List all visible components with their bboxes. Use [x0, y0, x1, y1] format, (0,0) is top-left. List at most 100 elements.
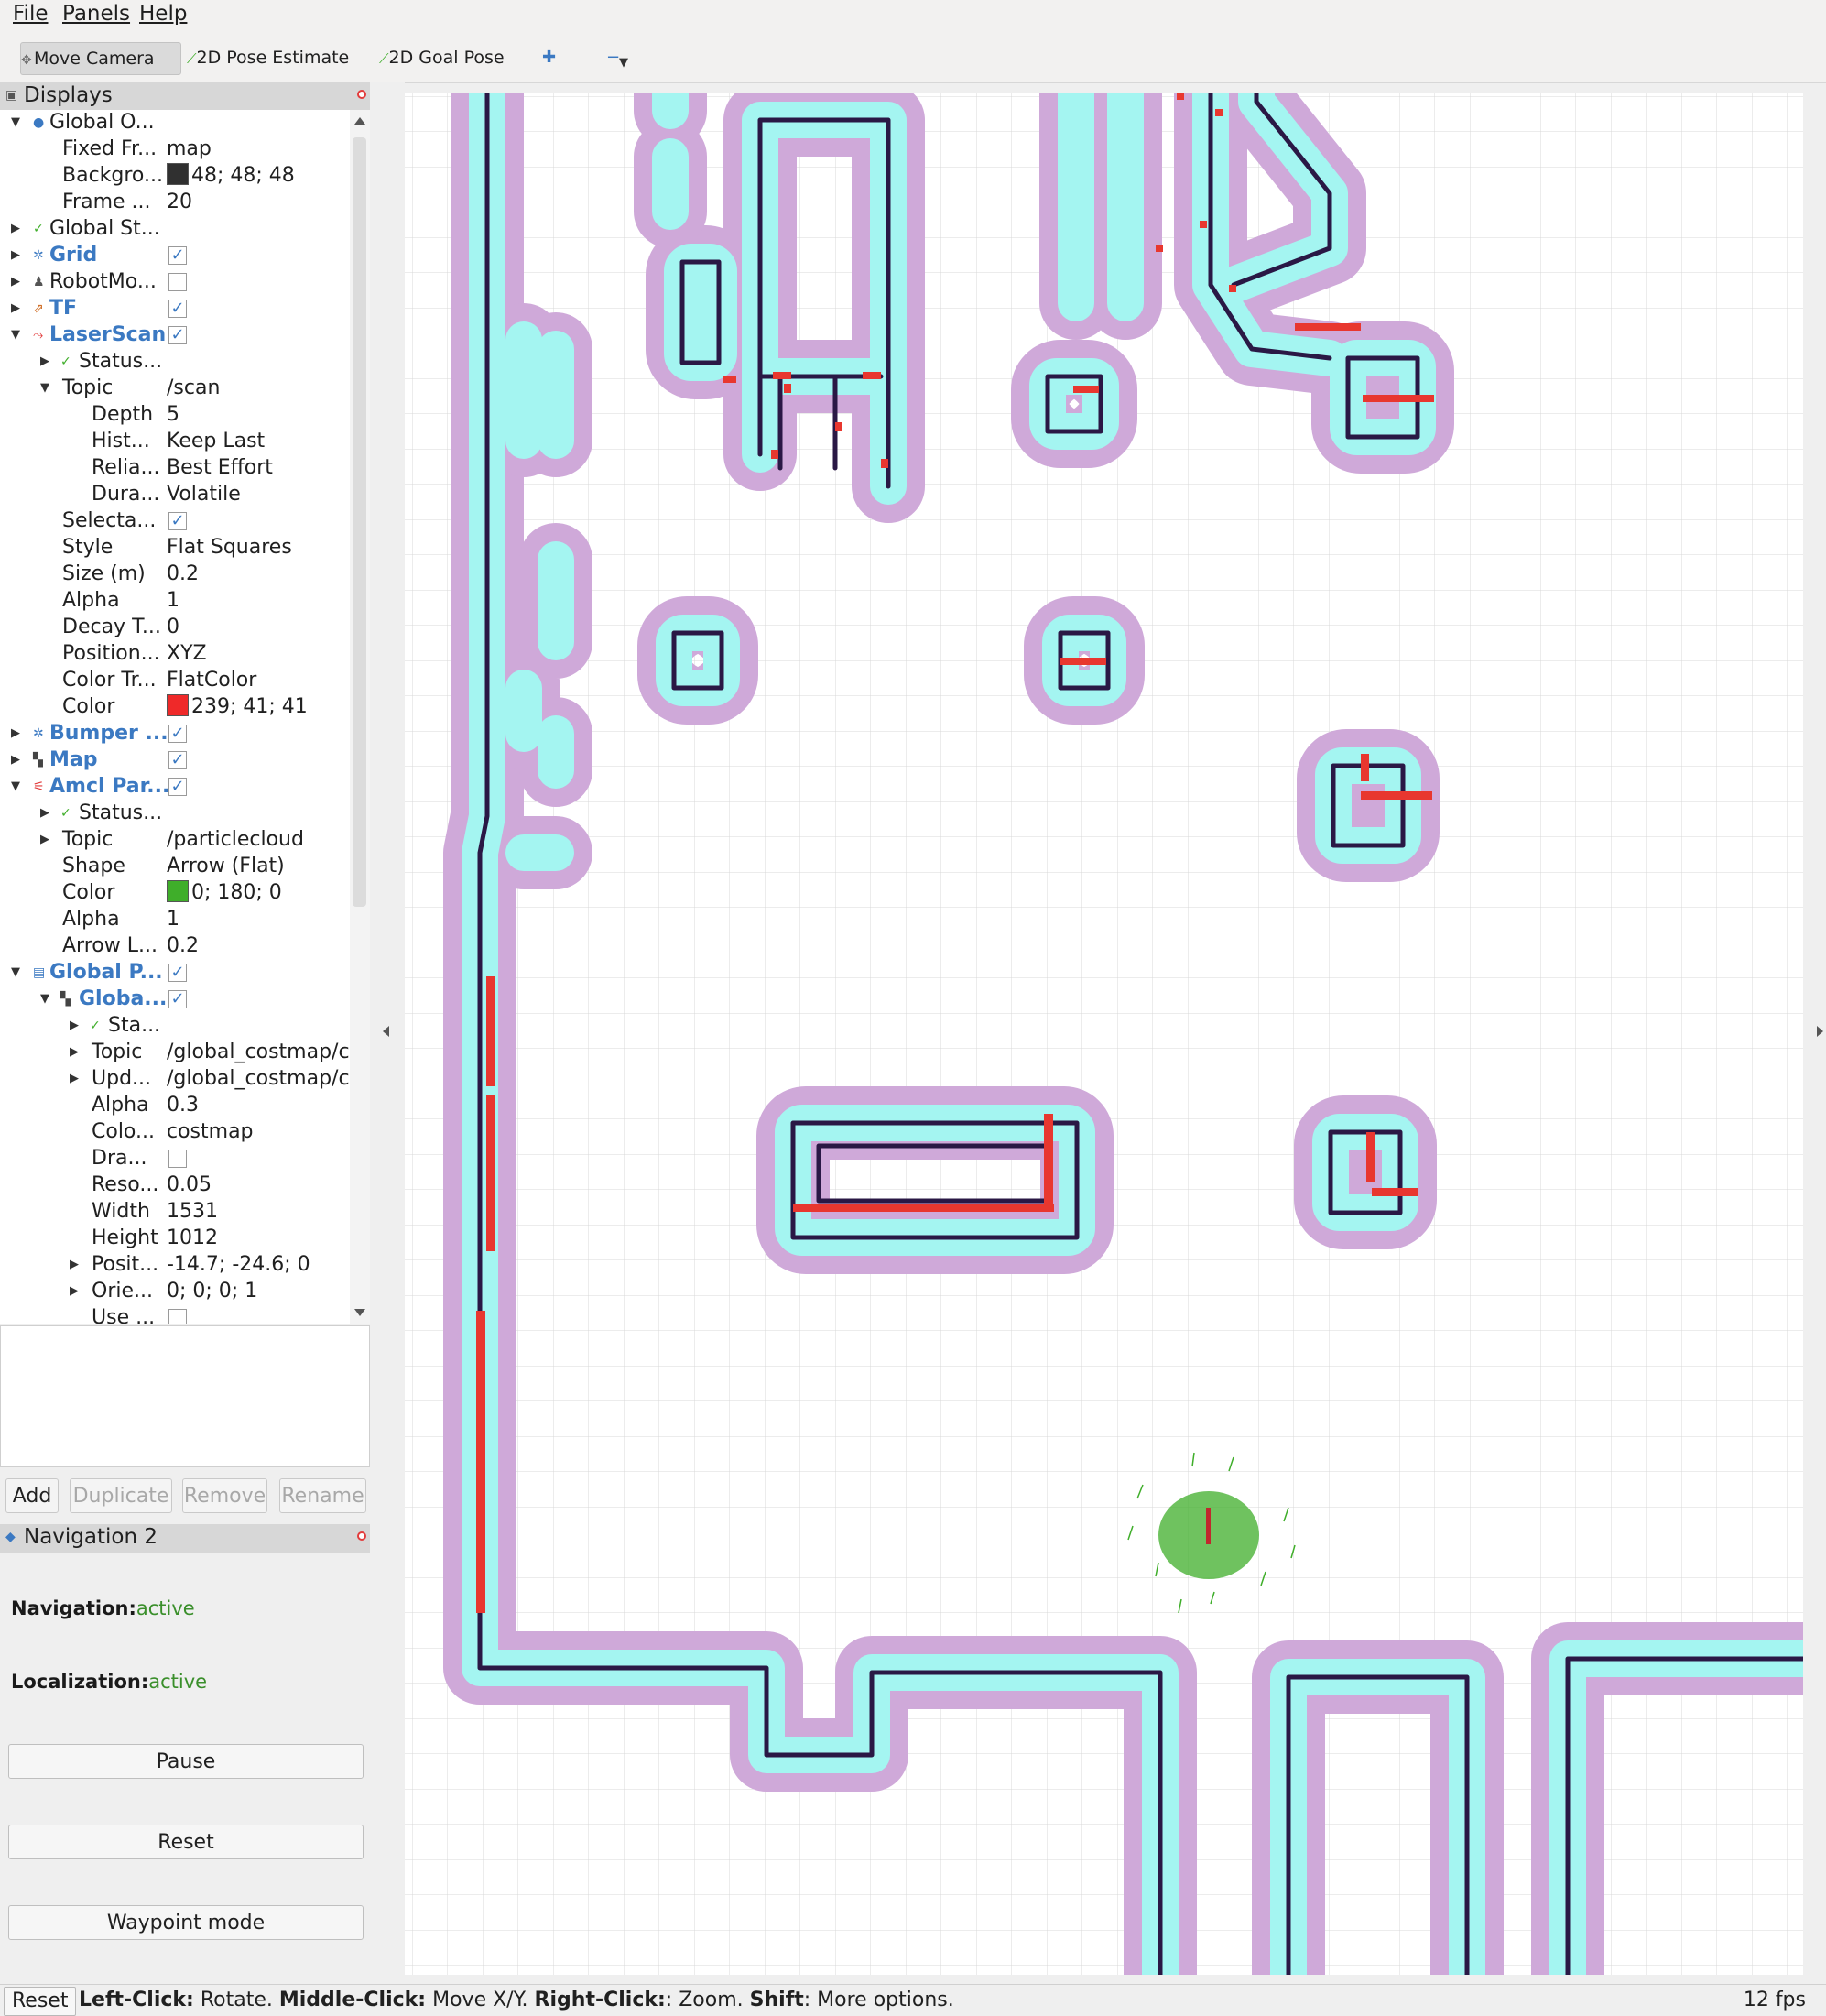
pause-button[interactable]: Pause — [8, 1744, 364, 1779]
tree-row-global-costmap[interactable]: ▼ ▚ Globa... ✓ — [0, 986, 350, 1012]
tree-row-map[interactable]: ▶ ▚ Map ✓ — [0, 747, 350, 773]
collapse-right-icon[interactable] — [1817, 1026, 1823, 1037]
navigation-close-icon[interactable] — [357, 1531, 366, 1541]
view-reset-button[interactable]: Reset — [4, 1987, 77, 2016]
duplicate-display-button[interactable]: Duplicate — [70, 1478, 172, 1513]
tree-row-reliability[interactable]: Relia... Best Effort — [0, 455, 350, 481]
selectable-checkbox[interactable]: ✓ — [168, 512, 187, 530]
goal-pose-tool[interactable]: ⟋2D Goal Pose — [379, 42, 505, 73]
tree-row-laserscan-topic[interactable]: ▼ Topic /scan — [0, 376, 350, 401]
expand-down-icon[interactable]: ▼ — [11, 110, 20, 136]
expand-down-icon[interactable]: ▼ — [11, 774, 20, 800]
publish-point-icon[interactable]: ✚ — [542, 42, 556, 73]
expand-right-icon[interactable]: ▶ — [11, 269, 20, 295]
use-timestamp-checkbox[interactable] — [168, 1309, 187, 1324]
move-camera-tool[interactable]: ✥ Move Camera — [20, 42, 181, 75]
tree-row-global-status[interactable]: ▶ ✓ Global St... — [0, 216, 350, 242]
waypoint-mode-button[interactable]: Waypoint mode — [8, 1905, 364, 1940]
tree-row-laserscan-status[interactable]: ▶ ✓ Status... — [0, 349, 350, 375]
tree-row-background[interactable]: Backgro... 48; 48; 48 — [0, 163, 350, 189]
tree-row-frame-rate[interactable]: Frame ... 20 — [0, 190, 350, 215]
displays-close-icon[interactable] — [357, 90, 366, 99]
remove-display-button[interactable]: Remove — [182, 1478, 267, 1513]
tree-row-alpha[interactable]: Alpha 1 — [0, 588, 350, 614]
menu-file[interactable]: File — [13, 2, 49, 26]
amcl-checkbox[interactable]: ✓ — [168, 778, 187, 796]
tree-row-depth[interactable]: Depth 5 — [0, 402, 350, 428]
scroll-thumb[interactable] — [353, 137, 366, 907]
scroll-up-icon[interactable] — [354, 117, 365, 125]
tree-row-robot-model[interactable]: ▶ ♟ RobotMo... — [0, 269, 350, 295]
expand-right-icon[interactable]: ▶ — [11, 296, 20, 321]
expand-right-icon[interactable]: ▶ — [70, 1066, 79, 1092]
tree-row-size[interactable]: Size (m) 0.2 — [0, 561, 350, 587]
expand-right-icon[interactable]: ▶ — [11, 243, 20, 268]
costmap-view[interactable] — [405, 93, 1803, 1975]
expand-down-icon[interactable]: ▼ — [40, 986, 49, 1012]
tree-row-durability[interactable]: Dura... Volatile — [0, 482, 350, 507]
tree-row-amcl-particles[interactable]: ▼ ⚟ Amcl Par... ✓ — [0, 774, 350, 800]
expand-right-icon[interactable]: ▶ — [40, 827, 49, 853]
tree-row-costmap-status[interactable]: ▶ ✓ Sta... — [0, 1013, 350, 1039]
tree-row-orientation[interactable]: ▶ Orie... 0; 0; 0; 1 — [0, 1279, 350, 1304]
expand-down-icon[interactable]: ▼ — [40, 376, 49, 401]
grid-checkbox[interactable]: ✓ — [168, 246, 187, 265]
collapse-left-icon[interactable] — [383, 1026, 389, 1037]
menu-help[interactable]: Help — [139, 2, 187, 26]
tree-row-particle-alpha[interactable]: Alpha 1 — [0, 907, 350, 932]
background-color-swatch[interactable] — [167, 163, 189, 185]
expand-right-icon[interactable]: ▶ — [70, 1252, 79, 1278]
expand-right-icon[interactable]: ▶ — [40, 349, 49, 375]
tree-row-decay-time[interactable]: Decay T... 0 — [0, 615, 350, 640]
tree-row-shape[interactable]: Shape Arrow (Flat) — [0, 854, 350, 879]
tree-row-fixed-frame[interactable]: Fixed Fr... map — [0, 136, 350, 162]
tree-row-history[interactable]: Hist... Keep Last — [0, 429, 350, 454]
tf-checkbox[interactable]: ✓ — [168, 300, 187, 318]
global-costmap-checkbox[interactable]: ✓ — [168, 990, 187, 1008]
expand-right-icon[interactable]: ▶ — [70, 1013, 79, 1039]
pose-estimate-tool[interactable]: ⟋2D Pose Estimate — [187, 42, 349, 73]
particle-color-swatch[interactable] — [167, 880, 189, 902]
expand-right-icon[interactable]: ▶ — [70, 1279, 79, 1304]
global-planner-checkbox[interactable]: ✓ — [168, 964, 187, 982]
expand-right-icon[interactable]: ▶ — [11, 216, 20, 242]
expand-right-icon[interactable]: ▶ — [70, 1040, 79, 1065]
tree-row-selectable[interactable]: Selecta... ✓ — [0, 508, 350, 534]
tree-row-tf[interactable]: ▶ ⇗ TF ✓ — [0, 296, 350, 321]
tree-row-amcl-topic[interactable]: ▶ Topic /particlecloud — [0, 827, 350, 853]
tree-row-global-planner[interactable]: ▼ ▤ Global P... ✓ — [0, 960, 350, 986]
draw-behind-checkbox[interactable] — [168, 1150, 187, 1168]
map-checkbox[interactable]: ✓ — [168, 751, 187, 769]
tree-row-global-options[interactable]: ▼ ● Global O... — [0, 110, 350, 136]
scroll-down-icon[interactable] — [354, 1309, 365, 1316]
tree-row-costmap-topic[interactable]: ▶ Topic /global_costmap/c... — [0, 1040, 350, 1065]
expand-right-icon[interactable]: ▶ — [11, 747, 20, 773]
bumper-checkbox[interactable]: ✓ — [168, 725, 187, 743]
tree-row-amcl-status[interactable]: ▶ ✓ Status... — [0, 801, 350, 826]
tree-row-laser-color[interactable]: Color 239; 41; 41 — [0, 694, 350, 720]
expand-down-icon[interactable]: ▼ — [11, 322, 20, 348]
expand-right-icon[interactable]: ▶ — [11, 721, 20, 746]
menu-panels[interactable]: Panels — [62, 2, 130, 26]
render-viewport[interactable] — [405, 93, 1803, 1975]
tree-row-color-transformer[interactable]: Color Tr... FlatColor — [0, 668, 350, 693]
tree-row-width[interactable]: Width 1531 — [0, 1199, 350, 1225]
tree-row-update-topic[interactable]: ▶ Upd... /global_costmap/c... — [0, 1066, 350, 1092]
panel-splitter[interactable] — [370, 82, 405, 1982]
tree-row-use-timestamp[interactable]: Use ... — [0, 1305, 350, 1324]
tree-row-arrow-length[interactable]: Arrow L... 0.2 — [0, 933, 350, 959]
displays-scrollbar[interactable] — [350, 110, 370, 1324]
tree-row-position-transformer[interactable]: Position... XYZ — [0, 641, 350, 667]
expand-down-icon[interactable]: ▼ — [11, 960, 20, 986]
tree-row-position[interactable]: ▶ Posit... -14.7; -24.6; 0 — [0, 1252, 350, 1278]
tree-row-laserscan[interactable]: ▼ ⤳ LaserScan ✓ — [0, 322, 350, 348]
tree-row-particle-color[interactable]: Color 0; 180; 0 — [0, 880, 350, 906]
tree-row-draw-behind[interactable]: Dra... — [0, 1146, 350, 1171]
toolbar-minus-icon[interactable]: − — [606, 42, 620, 73]
nav-reset-button[interactable]: Reset — [8, 1825, 364, 1859]
robot-model-checkbox[interactable] — [168, 273, 187, 291]
tree-row-style[interactable]: Style Flat Squares — [0, 535, 350, 561]
tree-row-height[interactable]: Height 1012 — [0, 1226, 350, 1251]
tree-row-grid[interactable]: ▶ ✲ Grid ✓ — [0, 243, 350, 268]
laser-color-swatch[interactable] — [167, 694, 189, 716]
